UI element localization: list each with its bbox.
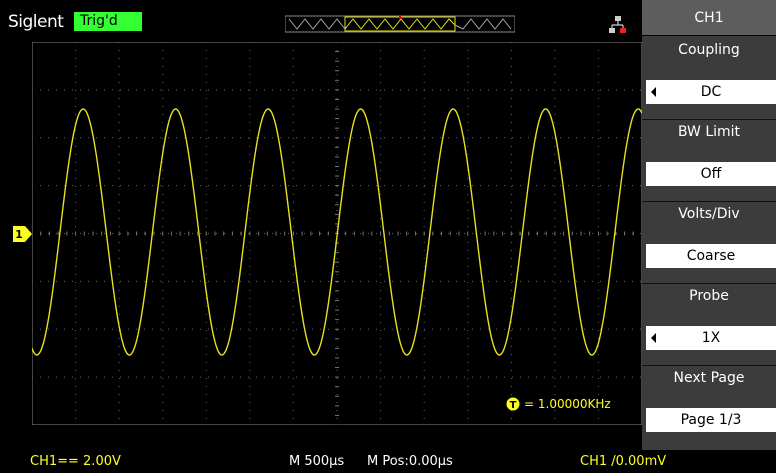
timebase-readout: M 500µs	[289, 454, 345, 469]
trigger-frequency-icon: T	[506, 397, 520, 411]
ch1-offset-marker[interactable]: 1	[13, 226, 33, 242]
svg-text:T: T	[510, 400, 517, 411]
ch1-scale-readout: CH1== 2.00V	[30, 454, 121, 469]
menu-item-label: Next Page	[673, 370, 745, 386]
waveform-display	[32, 42, 643, 425]
brand-logo: Siglent	[8, 12, 64, 32]
menu-item-value[interactable]: Coarse	[646, 244, 776, 268]
frequency-readout: T = 1.00000KHz	[506, 394, 611, 414]
menu-item-label: Volts/Div	[678, 206, 740, 222]
svg-text:1: 1	[15, 228, 23, 241]
oscilloscope-screen: Siglent Trig'd T 1 T = 1.00000KHz	[0, 0, 776, 473]
memory-position-readout: M Pos:0.00µs	[367, 454, 453, 469]
trigger-level-readout: CH1 /0.00mV	[580, 454, 667, 469]
cycle-arrow-icon	[651, 333, 656, 343]
trigger-status-badge: Trig'd	[74, 12, 142, 31]
menu-title: CH1	[642, 0, 776, 36]
memory-position-bar	[285, 15, 515, 33]
menu-item-label: BW Limit	[677, 124, 741, 140]
menu-item-value[interactable]: 1X	[646, 326, 776, 350]
network-disconnected-icon	[609, 16, 626, 33]
softkey-menu: CH1 Coupling DC BW Limit Off Volts/Div C…	[642, 0, 776, 450]
menu-item-value[interactable]: Off	[646, 162, 776, 186]
top-status-bar: Siglent Trig'd	[0, 0, 642, 40]
cycle-arrow-icon	[651, 87, 656, 97]
bottom-status-bar: CH1== 2.00V M 500µs M Pos:0.00µs CH1 /0.…	[0, 450, 776, 473]
menu-item-value[interactable]: DC	[646, 80, 776, 104]
menu-item-probe[interactable]: Probe 1X	[642, 283, 776, 366]
menu-item-volts-div[interactable]: Volts/Div Coarse	[642, 201, 776, 284]
frequency-value: = 1.00000KHz	[524, 397, 611, 411]
menu-item-coupling[interactable]: Coupling DC	[642, 38, 776, 120]
menu-item-next-page[interactable]: Next Page Page 1/3	[642, 365, 776, 448]
menu-item-label: Probe	[689, 288, 729, 304]
menu-item-bw-limit[interactable]: BW Limit Off	[642, 119, 776, 202]
menu-item-label: Coupling	[678, 42, 740, 58]
menu-item-value[interactable]: Page 1/3	[646, 408, 776, 432]
